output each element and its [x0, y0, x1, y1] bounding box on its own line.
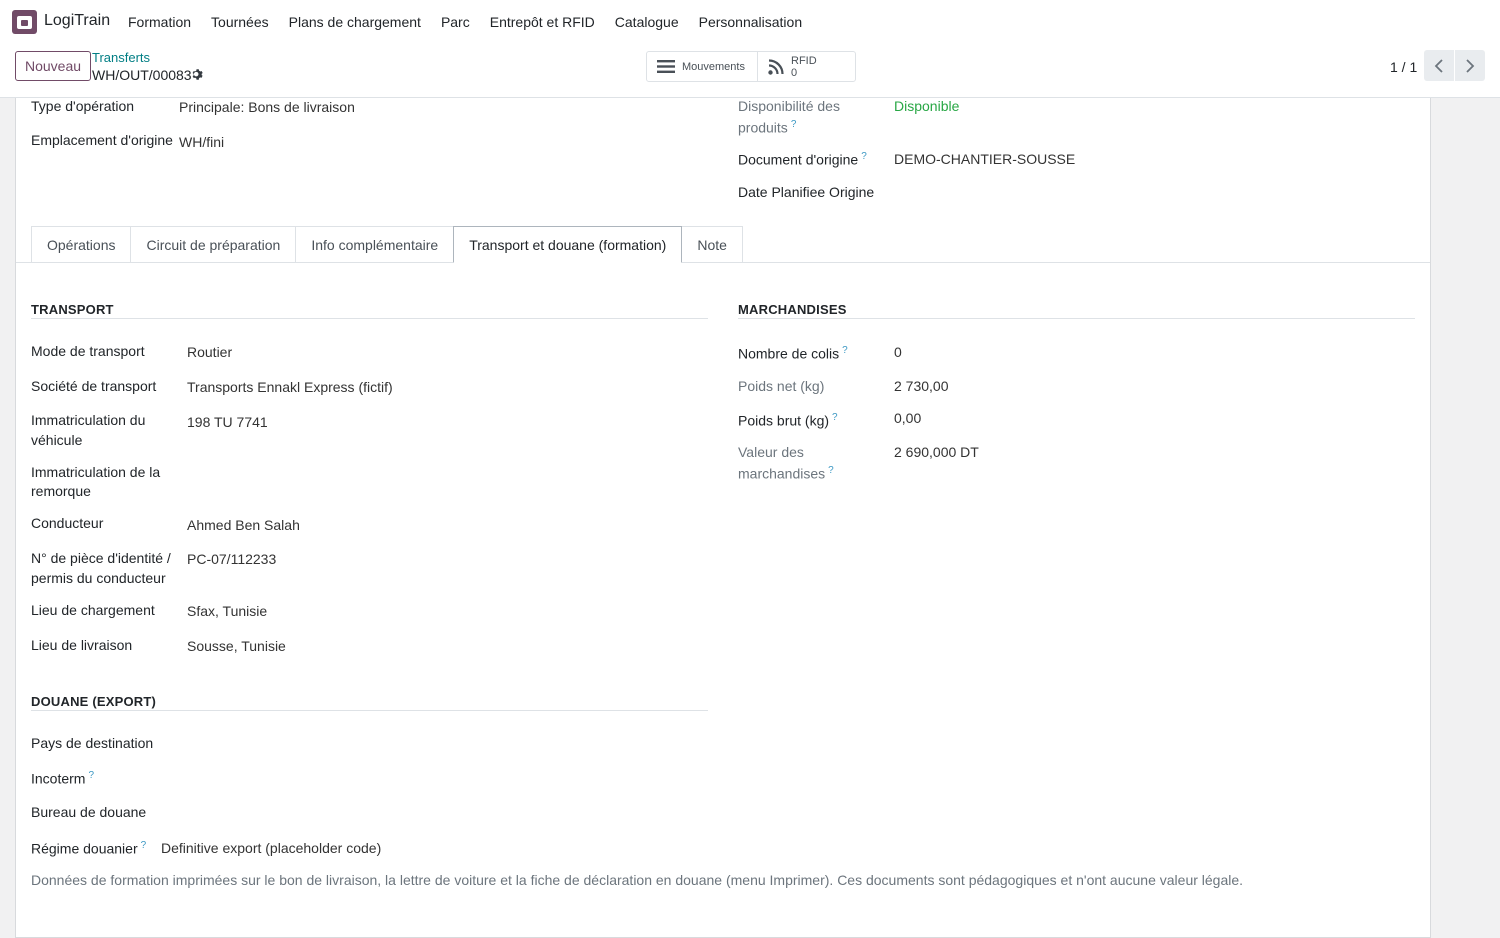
goods-section-title: MARCHANDISES [738, 302, 847, 317]
pager-previous-button[interactable] [1424, 50, 1454, 81]
loading-place-value[interactable]: Sfax, Tunisie [187, 601, 267, 621]
movements-smart-button[interactable]: Mouvements [647, 52, 757, 81]
availability-label-line1: Disponibilité des [738, 98, 840, 114]
new-button[interactable]: Nouveau [15, 51, 92, 81]
app-logo-icon[interactable] [12, 10, 37, 34]
transport-mode-value[interactable]: Routier [187, 342, 232, 362]
goods-value-label-line1: Valeur des [738, 444, 804, 460]
breadcrumb-parent-link[interactable]: Transferts [92, 50, 150, 65]
transport-company-label: Société de transport [31, 378, 157, 394]
source-location-label: Emplacement d'origine [31, 132, 173, 148]
delivery-place-value[interactable]: Sousse, Tunisie [187, 636, 286, 656]
list-icon [657, 60, 675, 73]
menu-item-parc[interactable]: Parc [431, 14, 480, 30]
help-icon[interactable]: ? [842, 345, 848, 356]
source-location-value[interactable]: WH/fini [179, 132, 224, 152]
form-sheet: Type d'opération Principale: Bons de liv… [15, 98, 1431, 938]
tab-info-complementaire[interactable]: Info complémentaire [295, 226, 455, 262]
app-name[interactable]: LogiTrain [44, 12, 110, 30]
menu-item-plans-chargement[interactable]: Plans de chargement [279, 14, 431, 30]
top-navbar: LogiTrain Formation Tournées Plans de ch… [0, 0, 1500, 44]
customs-regime-label: Régime douanier? [31, 840, 147, 857]
goods-value-value: 2 690,000 DT [894, 444, 979, 460]
loading-place-label: Lieu de chargement [31, 602, 155, 618]
packages-count-label: Nombre de colis? [738, 345, 848, 362]
help-icon[interactable]: ? [832, 412, 838, 423]
pager-next-button[interactable] [1455, 50, 1485, 81]
control-panel: Nouveau Transferts WH/OUT/00083 Mouvemen… [0, 44, 1500, 98]
planned-date-label: Date Planifiee Origine [738, 184, 875, 200]
tabs-divider [16, 262, 1430, 263]
menu-item-entrepot-rfid[interactable]: Entrepôt et RFID [480, 14, 605, 30]
transport-mode-label: Mode de transport [31, 343, 145, 359]
transport-section-rule [31, 318, 708, 319]
origin-document-value[interactable]: DEMO-CHANTIER-SOUSSE [894, 149, 1075, 169]
customs-office-label: Bureau de douane [31, 804, 147, 820]
gross-weight-label: Poids brut (kg)? [738, 412, 838, 429]
tab-circuit-preparation[interactable]: Circuit de préparation [130, 226, 297, 262]
availability-label-line2: produits? [738, 119, 797, 136]
driver-id-value[interactable]: PC-07/112233 [187, 549, 276, 569]
driver-id-label-line1: N° de pièce d'identité / [31, 550, 171, 566]
vehicle-plate-label-line2: véhicule [31, 432, 83, 448]
net-weight-label: Poids net (kg) [738, 378, 825, 394]
footer-note: Données de formation imprimées sur le bo… [31, 872, 1244, 888]
net-weight-value: 2 730,00 [894, 378, 949, 394]
packages-count-value[interactable]: 0 [894, 342, 902, 362]
tab-transport-douane[interactable]: Transport et douane (formation) [453, 226, 683, 263]
trailer-plate-label-line2: remorque [31, 483, 91, 499]
origin-document-label: Document d'origine? [738, 151, 867, 168]
delivery-place-label: Lieu de livraison [31, 637, 133, 653]
incoterm-label: Incoterm? [31, 770, 95, 787]
driver-id-label-line2: permis du conducteur [31, 570, 166, 586]
vehicle-plate-label-line1: Immatriculation du [31, 412, 146, 428]
main-menu: Formation Tournées Plans de chargement P… [118, 0, 812, 44]
notebook-tabs: Opérations Circuit de préparation Info c… [31, 226, 743, 263]
goods-value-label-line2: marchandises? [738, 465, 834, 482]
operation-type-label: Type d'opération [31, 98, 135, 114]
movements-label: Mouvements [682, 60, 745, 73]
goods-section-rule [738, 318, 1415, 319]
menu-item-formation[interactable]: Formation [118, 14, 201, 30]
rfid-count: 0 [791, 66, 798, 79]
gear-icon[interactable] [191, 68, 204, 81]
tab-note[interactable]: Note [681, 226, 743, 262]
trailer-plate-label-line1: Immatriculation de la [31, 464, 161, 480]
transport-company-value[interactable]: Transports Ennakl Express (fictif) [187, 377, 393, 397]
smart-buttons: Mouvements RFID 0 [646, 51, 856, 82]
operation-type-value[interactable]: Principale: Bons de livraison [179, 97, 355, 117]
chevron-left-icon [1434, 58, 1443, 73]
driver-value[interactable]: Ahmed Ben Salah [187, 515, 300, 535]
pager-value[interactable]: 1 / 1 [1390, 59, 1417, 75]
rfid-smart-button[interactable]: RFID 0 [757, 52, 855, 81]
help-icon[interactable]: ? [791, 119, 797, 130]
help-icon[interactable]: ? [828, 465, 834, 476]
menu-item-tournees[interactable]: Tournées [201, 14, 279, 30]
rss-icon [768, 58, 784, 75]
menu-item-personnalisation[interactable]: Personnalisation [689, 14, 813, 30]
help-icon[interactable]: ? [861, 151, 867, 162]
customs-section-rule [31, 710, 708, 711]
customs-section-title: DOUANE (EXPORT) [31, 694, 157, 709]
breadcrumb-current: WH/OUT/00083 [92, 67, 192, 83]
availability-value: Disponible [894, 98, 960, 114]
help-icon[interactable]: ? [88, 770, 94, 781]
transport-section-title: TRANSPORT [31, 302, 114, 317]
help-icon[interactable]: ? [141, 840, 147, 851]
vehicle-plate-value[interactable]: 198 TU 7741 [187, 412, 268, 432]
destination-country-label: Pays de destination [31, 735, 154, 751]
tab-operations[interactable]: Opérations [31, 226, 132, 262]
menu-item-catalogue[interactable]: Catalogue [605, 14, 689, 30]
chevron-right-icon [1466, 58, 1475, 73]
gross-weight-value[interactable]: 0,00 [894, 408, 921, 428]
customs-regime-value[interactable]: Definitive export (placeholder code) [161, 838, 381, 858]
driver-label: Conducteur [31, 515, 104, 531]
rfid-label: RFID [791, 54, 817, 67]
